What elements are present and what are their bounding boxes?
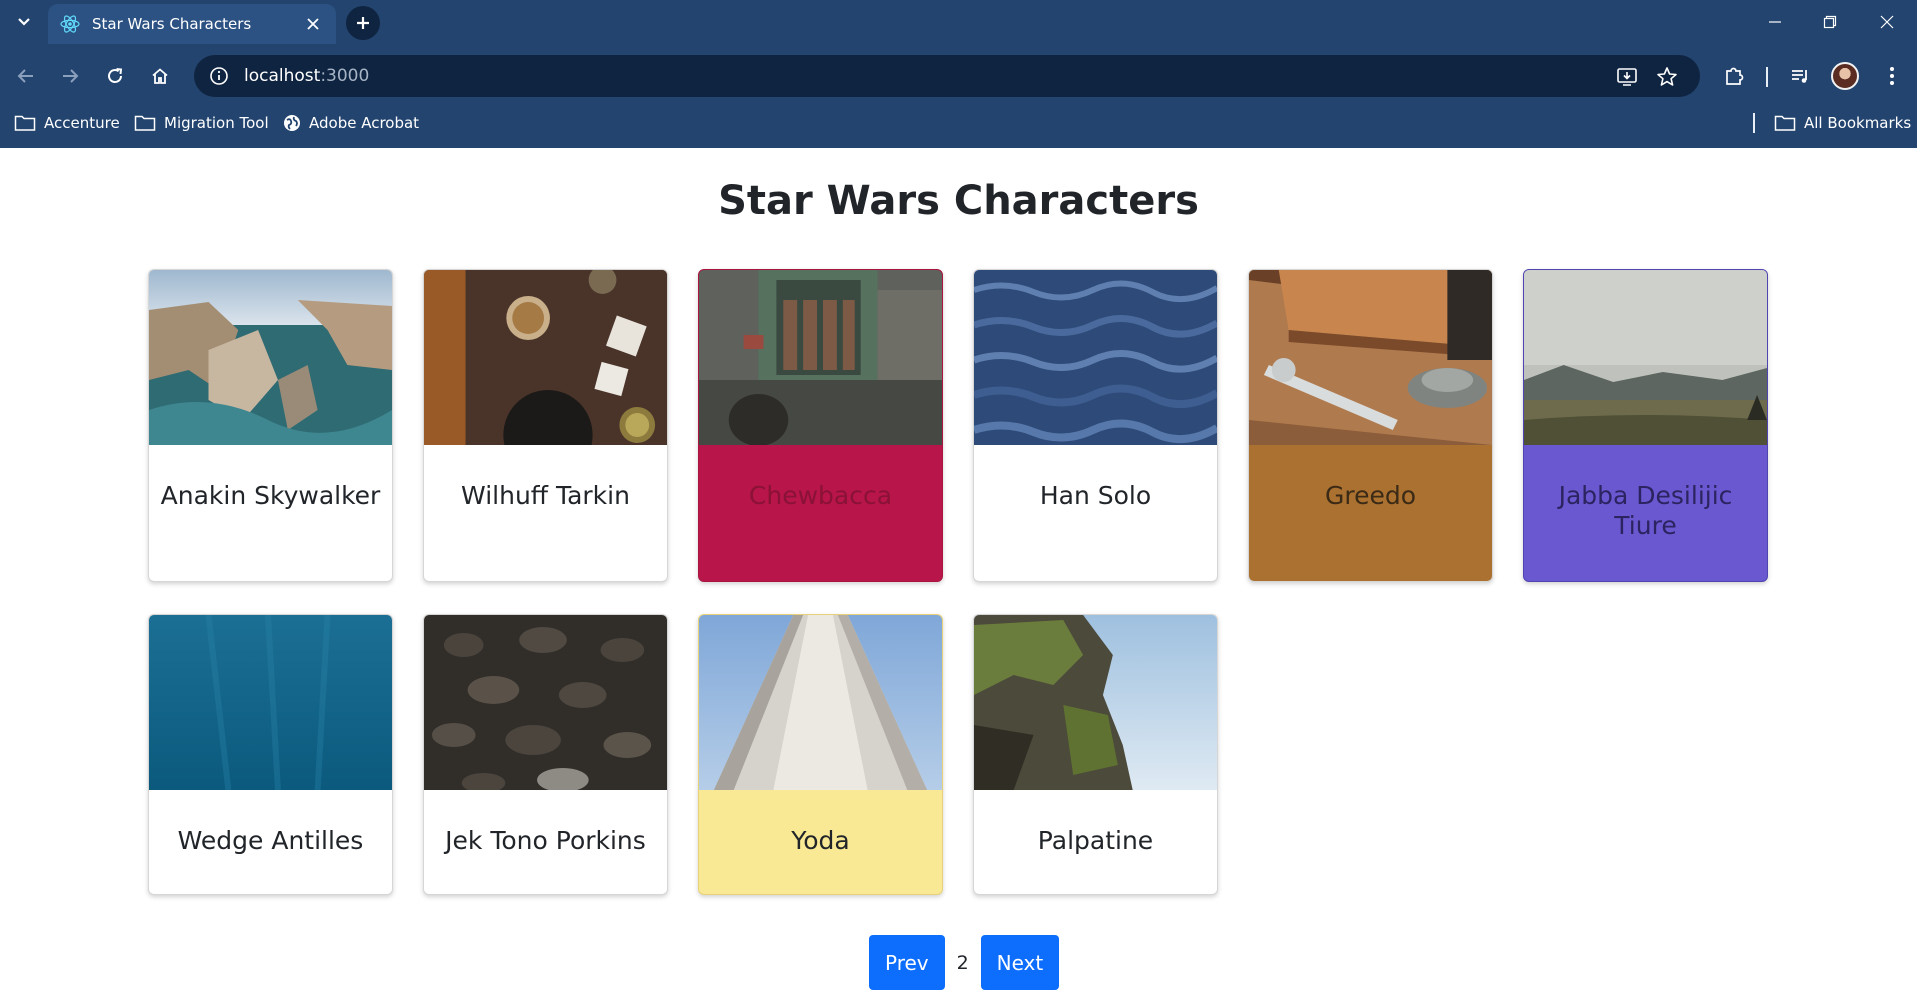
character-card[interactable]: Yoda — [698, 614, 943, 895]
minimize-icon — [1769, 21, 1781, 23]
bookmark-accenture[interactable]: Accenture — [14, 110, 120, 136]
card-title: Wilhuff Tarkin — [461, 481, 630, 510]
toolbar-divider — [1766, 67, 1768, 87]
card-image — [974, 270, 1217, 445]
card-image — [149, 270, 392, 445]
star-icon[interactable] — [1654, 64, 1680, 90]
card-title: Anakin Skywalker — [160, 481, 381, 510]
playlist-icon — [1792, 70, 1807, 83]
folder-icon — [1774, 115, 1796, 131]
card-image — [424, 615, 667, 793]
bookmark-label: Accenture — [44, 114, 120, 132]
close-icon — [1880, 15, 1894, 29]
minimize-button[interactable] — [1748, 4, 1802, 40]
bookmarks-divider — [1753, 113, 1755, 133]
character-card[interactable]: Jek Tono Porkins — [423, 614, 668, 895]
card-image — [699, 615, 942, 790]
card-image — [149, 615, 392, 791]
bookmark-label: Adobe Acrobat — [309, 114, 420, 132]
react-icon — [60, 14, 80, 34]
folder-icon — [134, 115, 156, 131]
card-title: Palpatine — [1037, 826, 1154, 855]
home-icon — [152, 68, 168, 84]
tab-search-button[interactable] — [8, 8, 40, 36]
reload-icon — [108, 68, 123, 83]
browser-chrome: Star Wars Characters localhost:3000 Acc… — [0, 0, 1917, 148]
home-button[interactable] — [144, 60, 176, 92]
bookmarks-bar: Accenture Migration Tool Adobe Acrobat A… — [0, 108, 1917, 138]
character-card[interactable]: Chewbacca — [698, 269, 943, 582]
character-card[interactable]: Han Solo — [973, 269, 1218, 582]
character-card[interactable]: Wilhuff Tarkin — [423, 269, 668, 582]
browser-toolbar: localhost:3000 — [0, 50, 1917, 102]
prev-button[interactable]: Prev — [869, 935, 945, 990]
character-card[interactable]: Wedge Antilles — [148, 614, 393, 895]
character-card[interactable]: Jabba Desilijic Tiure — [1523, 269, 1768, 582]
all-bookmarks-button[interactable]: All Bookmarks — [1774, 110, 1911, 136]
arrow-right-icon — [63, 69, 79, 83]
plus-icon — [357, 17, 369, 29]
bookmark-label: Migration Tool — [164, 114, 269, 132]
page-content: Star Wars Characters Anakin Skywalker Wi… — [0, 148, 1917, 1007]
card-image — [1249, 270, 1492, 445]
profile-avatar[interactable] — [1831, 62, 1859, 90]
restore-icon — [1823, 15, 1837, 29]
next-button[interactable]: Next — [980, 935, 1060, 990]
card-image — [699, 270, 942, 446]
close-window-button[interactable] — [1860, 4, 1914, 40]
new-tab-button[interactable] — [346, 6, 380, 40]
browser-menu-button[interactable] — [1876, 60, 1908, 92]
chevron-down-icon — [18, 18, 30, 26]
close-icon — [307, 18, 319, 30]
character-card[interactable]: Anakin Skywalker — [148, 269, 393, 582]
install-app-icon[interactable] — [1614, 64, 1640, 90]
pagination: Prev 2 Next — [869, 935, 1060, 990]
close-tab-button[interactable] — [302, 13, 324, 35]
card-image — [1524, 270, 1767, 445]
address-bar[interactable]: localhost:3000 — [194, 55, 1700, 97]
url-host: localhost — [244, 66, 321, 86]
more-vertical-icon — [1890, 67, 1894, 85]
extensions-button[interactable] — [1718, 60, 1750, 92]
card-title: Han Solo — [1039, 481, 1152, 510]
card-title: Yoda — [791, 826, 850, 855]
current-page-number: 2 — [956, 951, 969, 974]
bookmark-adobe-acrobat[interactable]: Adobe Acrobat — [283, 110, 419, 136]
card-title: Jek Tono Porkins — [445, 826, 646, 855]
card-image — [974, 615, 1217, 790]
card-title: Greedo — [1324, 481, 1417, 510]
back-button[interactable] — [10, 60, 42, 92]
globe-icon — [284, 115, 300, 131]
character-card[interactable]: Palpatine — [973, 614, 1218, 895]
all-bookmarks-label: All Bookmarks — [1804, 114, 1912, 132]
info-icon[interactable] — [208, 65, 230, 87]
puzzle-icon — [1726, 67, 1744, 85]
card-title: Jabba Desilijic Tiure — [1558, 481, 1733, 540]
tab-active[interactable]: Star Wars Characters — [48, 4, 336, 44]
url-port: :3000 — [320, 66, 370, 86]
character-card[interactable]: Greedo — [1248, 269, 1493, 582]
bookmark-migration-tool[interactable]: Migration Tool — [134, 110, 269, 136]
card-title: Wedge Antilles — [177, 826, 364, 855]
folder-icon — [14, 115, 36, 131]
page-title: Star Wars Characters — [718, 178, 1199, 224]
forward-button[interactable] — [54, 60, 86, 92]
reload-button[interactable] — [99, 60, 131, 92]
media-controls-button[interactable] — [1784, 60, 1816, 92]
card-image — [424, 270, 667, 480]
arrow-left-icon — [17, 69, 33, 83]
tab-strip: Star Wars Characters — [0, 0, 1917, 44]
restore-button[interactable] — [1803, 4, 1857, 40]
tab-title: Star Wars Characters — [92, 15, 252, 33]
card-title: Chewbacca — [748, 481, 893, 510]
